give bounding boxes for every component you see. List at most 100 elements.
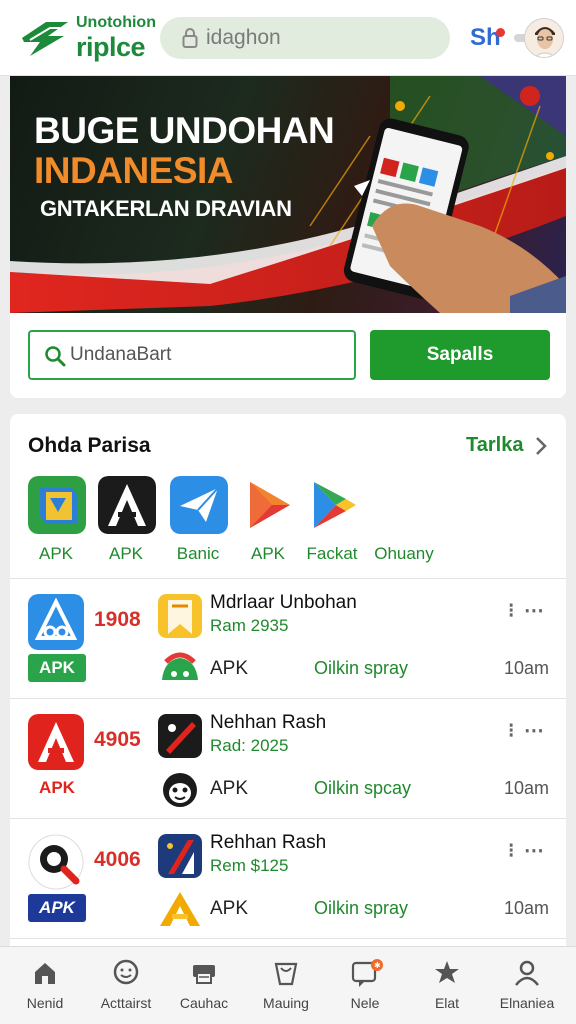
play-triangle-icon (250, 482, 290, 528)
chevron-right-icon[interactable] (534, 436, 548, 456)
nav-item-profile[interactable]: Elnaniea (486, 947, 568, 1024)
nav-item-bag[interactable]: Mauing (245, 947, 327, 1024)
apk-label: APK (210, 898, 249, 919)
app-meta: Rem $125 (210, 856, 289, 875)
category-label: Ohuany (374, 544, 434, 563)
promo-card: BUGE UNDOHAN INDANESIA GNTAKERLAN DRAVIA… (10, 76, 566, 398)
flag-app-icon (158, 834, 202, 878)
notification-icon: ✱ (351, 959, 383, 987)
svg-text:✱: ✱ (374, 961, 381, 970)
search-input[interactable] (206, 23, 426, 53)
nav-label: Elat (434, 995, 460, 1011)
banner-title-line1: BUGE UNDOHAN (34, 110, 335, 151)
promo-input[interactable] (70, 342, 340, 368)
app-time: 10am (504, 658, 550, 678)
divider (10, 938, 566, 939)
banner-title-line2: INDANESIA (34, 150, 234, 191)
google-play-icon (314, 482, 356, 528)
star-badge-icon (435, 961, 459, 983)
slash-app-icon (158, 714, 202, 758)
magnifier-logo-icon (28, 834, 84, 890)
logo-line2: riplce (76, 32, 146, 62)
home-icon (35, 963, 55, 984)
sh-button[interactable]: Sh (470, 24, 501, 52)
app-name: Mdrlaar Unbohan (210, 592, 357, 613)
app-rank: 4006 (94, 848, 141, 871)
see-all-link[interactable]: Tarlka (466, 434, 523, 457)
more-options-icon[interactable]: ⁝ ⋯ (508, 838, 546, 863)
divider (10, 818, 566, 819)
divider (10, 698, 566, 699)
app-rank: 1908 (94, 608, 141, 631)
book-app-icon (28, 476, 86, 534)
app-name: Rehhan Rash (210, 832, 327, 853)
a-logo-app-icon (98, 476, 156, 534)
app-category: Oilkin spcay (314, 778, 412, 798)
search-bar[interactable] (160, 17, 450, 59)
divider (10, 578, 566, 579)
app-row[interactable]: 4006 Rehhan Rash Rem $125 ⁝ ⋯ APK APK Oi… (10, 820, 566, 938)
paper-plane-app-icon (170, 476, 228, 534)
app-meta: Rad: 2025 (210, 736, 289, 755)
hero-banner[interactable]: BUGE UNDOHAN INDANESIA GNTAKERLAN DRAVIA… (10, 76, 566, 313)
app-name: Nehhan Rash (210, 712, 327, 733)
banner-subtitle: GNTAKERLAN DRAVIAN (40, 196, 292, 221)
more-options-icon[interactable]: ⁝ ⋯ (508, 598, 546, 623)
notification-dot (496, 28, 505, 37)
promo-submit-button[interactable]: Sapalls (370, 330, 550, 380)
category-item[interactable]: Fackat (300, 476, 364, 570)
app-row[interactable]: 1908 Mdrlaar Unbohan Ram 2935 ⁝ ⋯ APK AP… (10, 580, 566, 698)
nav-label: Nele (350, 995, 380, 1011)
user-avatar[interactable] (524, 18, 564, 58)
nav-label: Elnaniea (499, 995, 555, 1011)
logo-line1: Unotohion (76, 14, 156, 31)
logo-text: Unotohion riplce (76, 14, 156, 62)
nav-item-print[interactable]: Cauhac (163, 947, 245, 1024)
category-item[interactable]: APK (24, 476, 88, 570)
app-rank: 4905 (94, 728, 141, 751)
app-row[interactable]: 4905 Nehhan Rash Rad: 2025 ⁝ ⋯ APK APK O… (10, 700, 566, 818)
nav-label: Nenid (26, 995, 64, 1011)
more-options-icon[interactable]: ⁝ ⋯ (508, 718, 546, 743)
bottom-navigation: Nenid Acttairst Cauhac Mauing ✱ Nele Ela… (0, 946, 576, 1024)
search-icon (45, 346, 66, 367)
lock-icon (182, 28, 198, 48)
promo-search-field[interactable] (28, 330, 356, 380)
chat-face-icon (113, 959, 139, 985)
app-category: Oilkin spray (314, 658, 409, 678)
nav-item-star[interactable]: Elat (406, 947, 488, 1024)
nav-label: Cauhac (179, 995, 229, 1011)
nav-item-home[interactable]: Nenid (4, 947, 86, 1024)
category-item[interactable]: Banic (166, 476, 230, 570)
avatar-face-icon (525, 19, 563, 57)
nav-label: Acttairst (100, 995, 152, 1011)
logo-mark-icon (22, 22, 68, 56)
apk-tag: APK (28, 654, 86, 682)
app-time: 10am (504, 778, 550, 798)
app-time: 10am (504, 898, 550, 918)
printer-icon (193, 965, 215, 984)
apps-section: Ohda Parisa Tarlka APK APK Banic APK Fac… (10, 414, 566, 954)
apk-label: APK (210, 658, 249, 679)
apk-tag: APK (39, 778, 75, 797)
app-category: Oilkin spray (314, 898, 409, 918)
nav-label: Mauing (263, 995, 309, 1011)
app-meta: Ram 2935 (210, 616, 289, 635)
panda-face-icon (163, 773, 197, 807)
nav-item-activity[interactable]: Acttairst (85, 947, 167, 1024)
a-triangle-blue-icon (28, 594, 84, 650)
nav-item-notifications[interactable]: ✱ Nele (324, 947, 406, 1024)
top-header: Unotohion riplce Sh (0, 0, 576, 76)
a-yellow-logo-icon (160, 892, 200, 926)
category-item[interactable]: Ohuany (360, 476, 434, 570)
bookmark-yellow-icon (158, 594, 202, 638)
profile-icon (515, 960, 539, 986)
bag-icon (274, 962, 298, 986)
app-logo[interactable]: Unotohion riplce (20, 14, 156, 62)
green-blob-icon (162, 652, 198, 680)
category-item[interactable]: APK (94, 476, 158, 570)
apk-tag: APK (28, 894, 86, 922)
apk-label: APK (210, 778, 249, 799)
section-title: Ohda Parisa (28, 434, 151, 457)
category-row: APK APK Banic APK Fackat Ohuany (10, 476, 566, 570)
